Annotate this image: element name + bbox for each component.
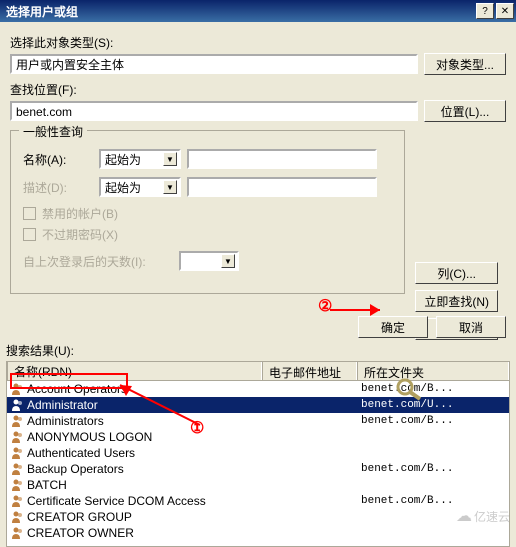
table-row[interactable]: Administratorbenet.com/U... [7, 397, 509, 413]
location-button[interactable]: 位置(L)... [424, 100, 506, 122]
location-label: 查找位置(F): [10, 81, 506, 98]
days-since-logon-label: 自上次登录后的天数(I): [23, 253, 173, 270]
object-type-button[interactable]: 对象类型... [424, 53, 506, 75]
name-op-select[interactable]: 起始为▼ [99, 149, 181, 169]
common-query-legend: 一般性查询 [19, 123, 87, 140]
col-name[interactable]: 名称(RDN) [7, 362, 262, 380]
common-query-group: 一般性查询 名称(A): 起始为▼ 描述(D): 起始为▼ 禁用的帐户(B) 不… [10, 130, 405, 294]
table-row[interactable]: ANONYMOUS LOGON [7, 429, 509, 445]
days-since-logon-select[interactable]: ▼ [179, 251, 239, 271]
results-label: 搜索结果(U): [6, 342, 510, 359]
chevron-down-icon: ▼ [163, 152, 177, 166]
ok-button[interactable]: 确定 [358, 316, 428, 338]
titlebar: 选择用户或组 ? ✕ [0, 0, 516, 22]
table-row[interactable]: Certificate Service DCOM Accessbenet.com… [7, 493, 509, 509]
desc-input[interactable] [187, 177, 377, 197]
help-button[interactable]: ? [476, 3, 494, 19]
name-label: 名称(A): [23, 151, 93, 168]
table-row[interactable]: Backup Operatorsbenet.com/B... [7, 461, 509, 477]
object-type-field: 用户或内置安全主体 [10, 54, 418, 74]
chevron-down-icon: ▼ [221, 254, 235, 268]
col-email[interactable]: 电子邮件地址 [262, 362, 357, 380]
dialog-content: 选择此对象类型(S): 用户或内置安全主体 对象类型... 查找位置(F): b… [0, 22, 516, 304]
watermark: ☁亿速云 [456, 506, 510, 526]
window-title: 选择用户或组 [6, 3, 474, 20]
cancel-button[interactable]: 取消 [436, 316, 506, 338]
name-input[interactable] [187, 149, 377, 169]
chevron-down-icon: ▼ [163, 180, 177, 194]
never-expire-checkbox: 不过期密码(X) [23, 226, 392, 243]
location-field: benet.com [10, 101, 418, 121]
disabled-accounts-checkbox: 禁用的帐户(B) [23, 205, 392, 222]
table-row[interactable]: Account Operatorsbenet.com/B... [7, 381, 509, 397]
desc-op-select[interactable]: 起始为▼ [99, 177, 181, 197]
search-icon [395, 377, 425, 401]
find-now-button[interactable]: 立即查找(N) [415, 290, 498, 312]
table-row[interactable]: Authenticated Users [7, 445, 509, 461]
results-header: 名称(RDN) 电子邮件地址 所在文件夹 [6, 361, 510, 381]
col-folder[interactable]: 所在文件夹 [357, 362, 509, 380]
table-row[interactable]: CREATOR OWNER [7, 525, 509, 541]
table-row[interactable]: BATCH [7, 477, 509, 493]
table-row[interactable]: CREATOR GROUP [7, 509, 509, 525]
desc-label: 描述(D): [23, 179, 93, 196]
close-button[interactable]: ✕ [496, 3, 514, 19]
object-type-label: 选择此对象类型(S): [10, 34, 506, 51]
columns-button[interactable]: 列(C)... [415, 262, 498, 284]
results-grid[interactable]: Account Operatorsbenet.com/B...Administr… [6, 381, 510, 547]
table-row[interactable]: Administratorsbenet.com/B... [7, 413, 509, 429]
